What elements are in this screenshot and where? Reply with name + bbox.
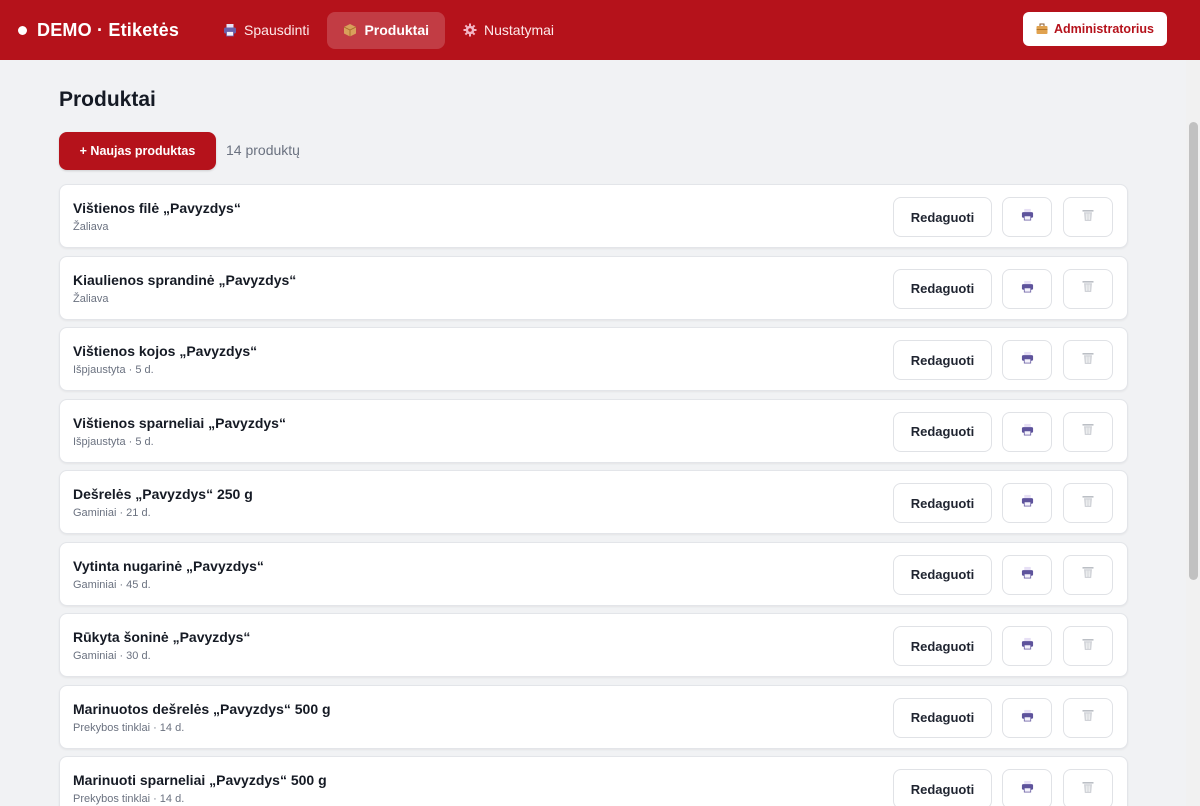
printer-icon <box>1021 494 1034 512</box>
printer-icon <box>1021 566 1034 584</box>
trash-icon <box>1081 708 1095 727</box>
print-button[interactable] <box>1002 769 1052 806</box>
list-item: Dešrelės „Pavyzdys“ 250 g Gaminiai · 21 d… <box>59 470 1128 534</box>
edit-button[interactable]: Redaguoti <box>893 626 992 666</box>
print-button[interactable] <box>1002 411 1052 452</box>
delete-button[interactable] <box>1063 483 1113 523</box>
trash-icon <box>1081 565 1095 584</box>
product-meta: Žaliava <box>73 221 109 233</box>
list-item: Marinuoti sparneliai „Pavyzdys“ 500 g Pre… <box>59 756 1128 806</box>
edit-button[interactable]: Redaguoti <box>893 411 992 452</box>
nav-item-products-label: Produktai <box>364 22 430 38</box>
product-name: Vytinta nugarinė „Pavyzdys“ <box>73 557 264 574</box>
list-item: Rūkyta šoninė „Pavyzdys“ Gaminiai · 30 d.… <box>59 613 1128 677</box>
list-item: Vytinta nugarinė „Pavyzdys“ Gaminiai · 45… <box>59 541 1128 606</box>
trash-icon <box>1081 422 1095 441</box>
trash-icon <box>1081 279 1095 298</box>
product-meta: Prekybos tinklai · 14 d. <box>73 721 185 734</box>
print-button[interactable] <box>1002 483 1052 523</box>
product-name: Dešrelės „Pavyzdys“ 250 g <box>73 486 253 502</box>
list-item: Vištienos sparneliai „Pavyzdys“ Išpjausty… <box>59 398 1128 463</box>
briefcase-icon <box>1036 23 1048 34</box>
product-meta: Žaliava <box>73 292 109 305</box>
product-meta: Gaminiai · 45 d. <box>73 578 151 591</box>
page-title: Produktai <box>59 88 156 111</box>
trash-icon <box>1081 637 1095 656</box>
delete-button[interactable] <box>1063 769 1113 806</box>
edit-button[interactable]: Redaguoti <box>893 769 992 806</box>
gear-icon <box>463 23 477 37</box>
printer-icon <box>1021 780 1034 798</box>
printer-icon <box>1021 351 1034 369</box>
printer-icon <box>1021 423 1034 441</box>
top-navbar: DEMO · Etiketės Spausdinti Produktai Nus… <box>0 0 1200 60</box>
admin-button-label: Administratorius <box>1053 22 1154 36</box>
printer-icon <box>1021 280 1034 298</box>
print-button[interactable] <box>1002 554 1052 595</box>
product-meta: Prekybos tinklai · 14 d. <box>73 793 185 805</box>
scrollbar-thumb[interactable] <box>1189 122 1198 580</box>
list-item: Marinuotos dešrelės „Pavyzdys“ 500 g Prek… <box>59 684 1128 749</box>
product-name: Marinuoti sparneliai „Pavyzdys“ 500 g <box>73 772 327 788</box>
nav-item-print-label: Spausdinti <box>244 22 310 38</box>
product-meta: Gaminiai · 30 d. <box>73 650 151 662</box>
nav-item-settings-label: Nustatymai <box>484 22 555 38</box>
edit-button[interactable]: Redaguoti <box>893 197 992 237</box>
delete-button[interactable] <box>1063 626 1113 666</box>
product-name: Vištienos kojos „Pavyzdys“ <box>73 343 258 359</box>
trash-icon <box>1081 351 1095 370</box>
list-item: Vištienos kojos „Pavyzdys“ Išpjaustyta · … <box>59 327 1128 391</box>
brand-dot-icon <box>18 25 27 35</box>
nav-item-products[interactable]: Produktai <box>327 11 446 49</box>
product-meta: Išpjaustyta · 5 d. <box>73 435 154 448</box>
delete-button[interactable] <box>1063 340 1113 380</box>
nav-item-settings[interactable]: Nustatymai <box>447 12 570 49</box>
delete-button[interactable] <box>1063 411 1113 452</box>
trash-icon <box>1081 780 1095 799</box>
product-count: 14 produktų <box>226 142 300 158</box>
product-name: Vištienos sparneliai „Pavyzdys“ <box>73 414 286 431</box>
product-name: Rūkyta šoninė „Pavyzdys“ <box>73 629 251 645</box>
brand[interactable]: DEMO · Etiketės <box>18 20 179 41</box>
edit-button[interactable]: Redaguoti <box>893 697 992 738</box>
print-button[interactable] <box>1002 268 1052 309</box>
package-icon <box>344 24 357 37</box>
delete-button[interactable] <box>1063 197 1113 237</box>
printer-icon <box>224 24 237 37</box>
list-item: Kiaulienos sprandinė „Pavyzdys“ Žaliava Re… <box>59 255 1128 320</box>
edit-button[interactable]: Redaguoti <box>893 483 992 523</box>
brand-title: DEMO · Etiketės <box>37 19 180 40</box>
product-meta: Gaminiai · 21 d. <box>73 507 151 519</box>
product-meta: Išpjaustyta · 5 d. <box>73 364 154 376</box>
product-name: Marinuotos dešrelės „Pavyzdys“ 500 g <box>73 700 331 717</box>
trash-icon <box>1081 494 1095 513</box>
printer-icon <box>1021 637 1034 655</box>
admin-button[interactable]: Administratorius <box>1022 12 1167 46</box>
product-list: Vištienos filė „Pavyzdys“ Žaliava Redaguot… <box>59 184 1128 806</box>
delete-button[interactable] <box>1063 554 1113 595</box>
trash-icon <box>1081 208 1095 227</box>
edit-button[interactable]: Redaguoti <box>893 554 992 595</box>
printer-icon <box>1021 208 1034 226</box>
print-button[interactable] <box>1002 697 1052 738</box>
printer-icon <box>1021 709 1034 727</box>
print-button[interactable] <box>1002 197 1052 237</box>
new-product-button[interactable]: + Naujas produktas <box>59 132 216 170</box>
edit-button[interactable]: Redaguoti <box>893 268 992 309</box>
page-scrollbar[interactable] <box>1186 60 1200 806</box>
product-name: Kiaulienos sprandinė „Pavyzdys“ <box>73 271 297 288</box>
edit-button[interactable]: Redaguoti <box>893 340 992 380</box>
product-name: Vištienos filė „Pavyzdys“ <box>73 200 241 216</box>
nav-item-print[interactable]: Spausdinti <box>207 12 325 49</box>
print-button[interactable] <box>1002 340 1052 380</box>
delete-button[interactable] <box>1063 268 1113 309</box>
list-item: Vištienos filė „Pavyzdys“ Žaliava Redaguot… <box>59 184 1128 248</box>
main-nav: Spausdinti Produktai Nustatymai <box>207 11 572 49</box>
delete-button[interactable] <box>1063 697 1113 738</box>
print-button[interactable] <box>1002 626 1052 666</box>
